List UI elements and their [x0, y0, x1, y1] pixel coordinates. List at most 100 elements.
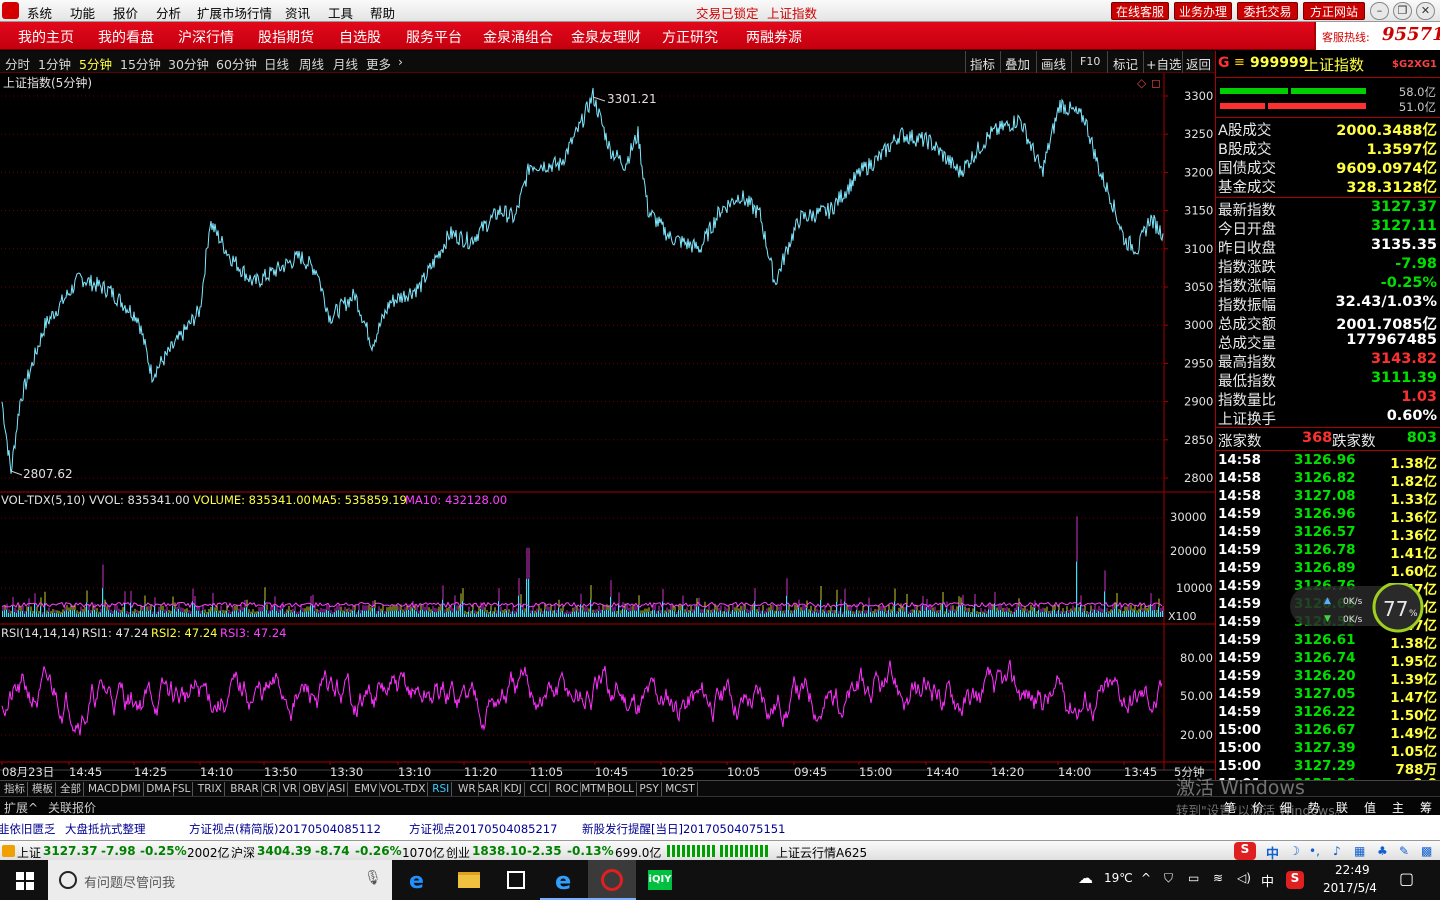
- minimize-icon[interactable]: –: [1370, 2, 1389, 20]
- panel-tab-5[interactable]: 值: [1364, 799, 1376, 816]
- expand-button[interactable]: 扩展^: [4, 799, 38, 816]
- grid-icon[interactable]: ▩: [1421, 844, 1432, 858]
- indicator-tab-cci[interactable]: CCI: [528, 782, 551, 796]
- indicator-tab-vr[interactable]: VR: [281, 782, 301, 796]
- punct-icon[interactable]: •,: [1309, 844, 1320, 858]
- menu-lines-icon[interactable]: ≡: [1234, 55, 1245, 70]
- mic-icon[interactable]: ♪: [1333, 844, 1341, 858]
- indicator-tab-指标[interactable]: 指标: [2, 782, 28, 796]
- indicator-tab-全部[interactable]: 全部: [58, 782, 84, 796]
- chevron-right-icon[interactable]: ›: [398, 54, 403, 69]
- skin-icon[interactable]: ♣: [1377, 844, 1388, 858]
- period-more[interactable]: 更多: [366, 54, 391, 73]
- indicator-tab-kdj[interactable]: KDJ: [502, 782, 525, 796]
- period-1min[interactable]: 1分钟: [38, 54, 71, 73]
- menu-extended-market[interactable]: 扩展市场行情: [197, 3, 272, 22]
- ie-icon[interactable]: e: [540, 860, 588, 900]
- nav-watch[interactable]: 我的看盘: [98, 27, 154, 47]
- tool-indicator[interactable]: 指标: [970, 54, 995, 73]
- menu-analysis[interactable]: 分析: [156, 3, 181, 22]
- nav-home[interactable]: 我的主页: [18, 27, 74, 47]
- tool-draw[interactable]: 画线: [1041, 54, 1066, 73]
- indicator-tab-brar[interactable]: BRAR: [228, 782, 262, 796]
- indicator-tab-obv[interactable]: OBV: [301, 782, 328, 796]
- panel-tab-6[interactable]: 主: [1392, 799, 1404, 816]
- nav-sh-sz[interactable]: 沪深行情: [178, 27, 234, 47]
- file-explorer-icon[interactable]: [444, 860, 492, 900]
- kline-chart[interactable]: 上证指数(5分钟) ◇ ◻ 3301.21 2807.62 3300 3250 32…: [0, 73, 1215, 795]
- news-item[interactable]: 新股发行提醒[当日]20170504075151: [582, 821, 785, 837]
- windows-start-icon[interactable]: [16, 872, 34, 890]
- news-item[interactable]: 大盘抵抗式整理: [65, 821, 146, 837]
- indicator-tab-cr[interactable]: CR: [261, 782, 281, 796]
- wifi-icon[interactable]: ≋: [1213, 871, 1223, 885]
- menu-system[interactable]: 系统: [27, 3, 52, 22]
- founder-app-icon[interactable]: [588, 860, 636, 900]
- tool-back[interactable]: 返回: [1186, 54, 1211, 73]
- online-service-button[interactable]: 在线客服: [1111, 2, 1169, 20]
- indicator-tab-boll[interactable]: BOLL: [605, 782, 637, 796]
- market-icon[interactable]: [2, 845, 15, 857]
- clock-date[interactable]: 2017/5/4: [1323, 881, 1377, 895]
- indicator-tab-vol-tdx[interactable]: VOL-TDX: [378, 782, 429, 796]
- close-icon[interactable]: ✕: [1416, 2, 1435, 20]
- indicator-tab-fsl[interactable]: FSL: [170, 782, 194, 796]
- indicator-tab-sar[interactable]: SAR: [476, 782, 503, 796]
- restore-icon[interactable]: ❐: [1393, 2, 1412, 20]
- menu-tools[interactable]: 工具: [328, 3, 353, 22]
- menu-help[interactable]: 帮助: [370, 3, 395, 22]
- tool-overlay[interactable]: 叠加: [1005, 54, 1030, 73]
- nav-futures[interactable]: 股指期货: [258, 27, 314, 47]
- nav-margin[interactable]: 两融券源: [746, 27, 802, 47]
- nav-research[interactable]: 方正研究: [662, 27, 718, 47]
- volume-icon[interactable]: ◁): [1237, 871, 1251, 885]
- period-day[interactable]: 日线: [264, 54, 289, 73]
- mic-icon[interactable]: 🎙: [364, 870, 382, 886]
- trade-button[interactable]: 委托交易: [1237, 2, 1298, 20]
- notification-icon[interactable]: ▢: [1399, 869, 1414, 888]
- news-item[interactable]: 韭依旧匮乏: [0, 821, 56, 837]
- tool-f10[interactable]: F10: [1080, 55, 1100, 68]
- period-15min[interactable]: 15分钟: [120, 54, 161, 73]
- indicator-tab-asi[interactable]: ASI: [326, 782, 349, 796]
- tools-icon[interactable]: ✎: [1399, 844, 1409, 858]
- tool-mark[interactable]: 标记: [1113, 54, 1138, 73]
- nav-favorites[interactable]: 自选股: [339, 27, 381, 47]
- indicator-tab-emv[interactable]: EMV: [352, 782, 381, 796]
- sogou-ime-icon[interactable]: S: [1234, 842, 1256, 860]
- shield-icon[interactable]: ⛉: [1164, 871, 1173, 886]
- nav-finance[interactable]: 金泉友理财: [571, 27, 641, 47]
- period-5min[interactable]: 5分钟: [79, 54, 112, 73]
- tray-expand-icon[interactable]: ^: [1141, 871, 1151, 885]
- weather-cloud-icon[interactable]: ☁: [1078, 869, 1093, 887]
- keyboard-icon[interactable]: ▦: [1354, 844, 1365, 858]
- chart-diamond-icon[interactable]: ◇: [1137, 76, 1147, 90]
- menu-quote[interactable]: 报价: [113, 3, 138, 22]
- menu-info[interactable]: 资讯: [285, 3, 310, 22]
- business-button[interactable]: 业务办理: [1174, 2, 1232, 20]
- indicator-tab-dmi[interactable]: DMI: [118, 782, 144, 796]
- moon-icon[interactable]: ☽: [1289, 844, 1300, 858]
- website-button[interactable]: 方正网站: [1303, 2, 1365, 20]
- indicator-tab-roc[interactable]: ROC: [553, 782, 582, 796]
- related-quote-button[interactable]: 关联报价: [48, 799, 96, 816]
- store-icon[interactable]: [492, 860, 540, 900]
- menu-function[interactable]: 功能: [70, 3, 95, 22]
- panel-tab-7[interactable]: 筹: [1420, 799, 1432, 816]
- sogou-tray-icon[interactable]: S: [1286, 871, 1304, 889]
- network-speed-widget[interactable]: 77 % ▲ 0K/s ▼ 0K/s: [1280, 583, 1438, 633]
- period-30min[interactable]: 30分钟: [168, 54, 209, 73]
- indicator-tab-mcst[interactable]: MCST: [663, 782, 698, 796]
- news-item[interactable]: 方证视点20170504085217: [409, 821, 557, 837]
- tool-add-favorite[interactable]: +自选: [1146, 54, 1181, 73]
- period-month[interactable]: 月线: [333, 54, 358, 73]
- period-tick[interactable]: 分时: [5, 54, 30, 73]
- edge-icon[interactable]: e: [396, 860, 444, 900]
- ime-indicator[interactable]: 中: [1261, 871, 1274, 890]
- news-item[interactable]: 方证视点(精简版)20170504085112: [189, 821, 381, 837]
- indicator-tab-macd[interactable]: MACD: [86, 782, 123, 796]
- indicator-tab-psy[interactable]: PSY: [637, 782, 662, 796]
- iqiyi-icon[interactable]: iQIY: [636, 860, 684, 900]
- chart-expand-icon[interactable]: ◻: [1151, 76, 1161, 90]
- nav-portfolio[interactable]: 金泉涌组合: [483, 27, 553, 47]
